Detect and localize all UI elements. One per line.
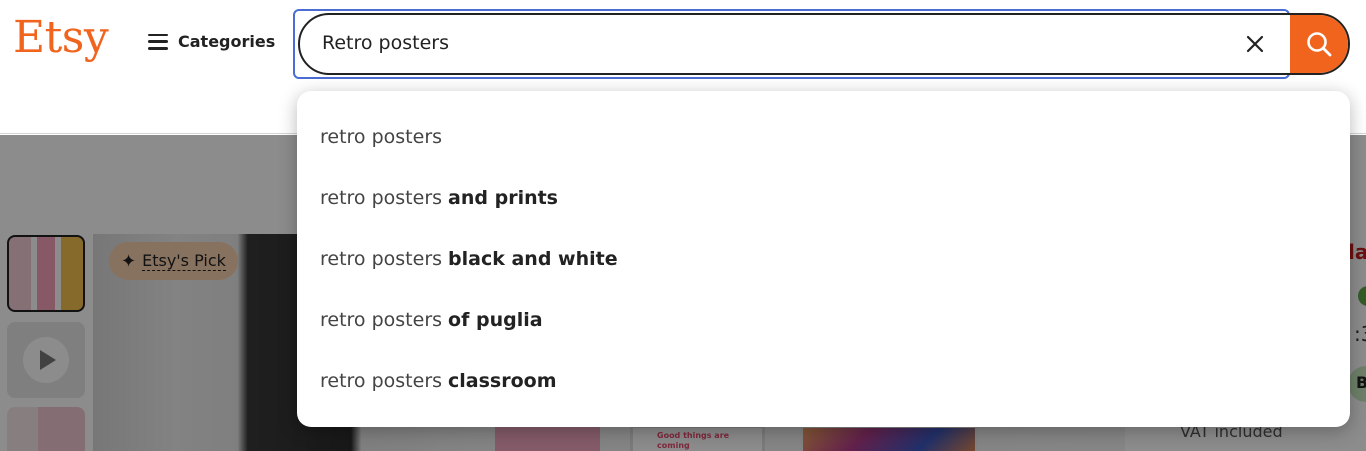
search-submit-button[interactable] xyxy=(1290,15,1348,73)
suggestion-item[interactable]: retro posters classroom xyxy=(320,359,1320,403)
suggestion-item[interactable]: retro posters of puglia xyxy=(320,298,1320,342)
categories-button[interactable]: Categories xyxy=(148,32,275,51)
hamburger-icon xyxy=(148,33,168,50)
clear-search-button[interactable] xyxy=(1238,28,1272,60)
etsy-logo[interactable]: Etsy xyxy=(13,12,109,63)
categories-label: Categories xyxy=(178,32,276,51)
close-icon xyxy=(1246,35,1264,53)
search-suggestions: retro posters retro posters and prints re… xyxy=(297,91,1350,427)
suggestion-item[interactable]: retro posters xyxy=(320,115,1320,159)
search-icon xyxy=(1307,32,1332,57)
search-input[interactable] xyxy=(322,23,1202,63)
suggestion-item[interactable]: retro posters black and white xyxy=(320,237,1320,281)
suggestion-item[interactable]: retro posters and prints xyxy=(320,176,1320,220)
